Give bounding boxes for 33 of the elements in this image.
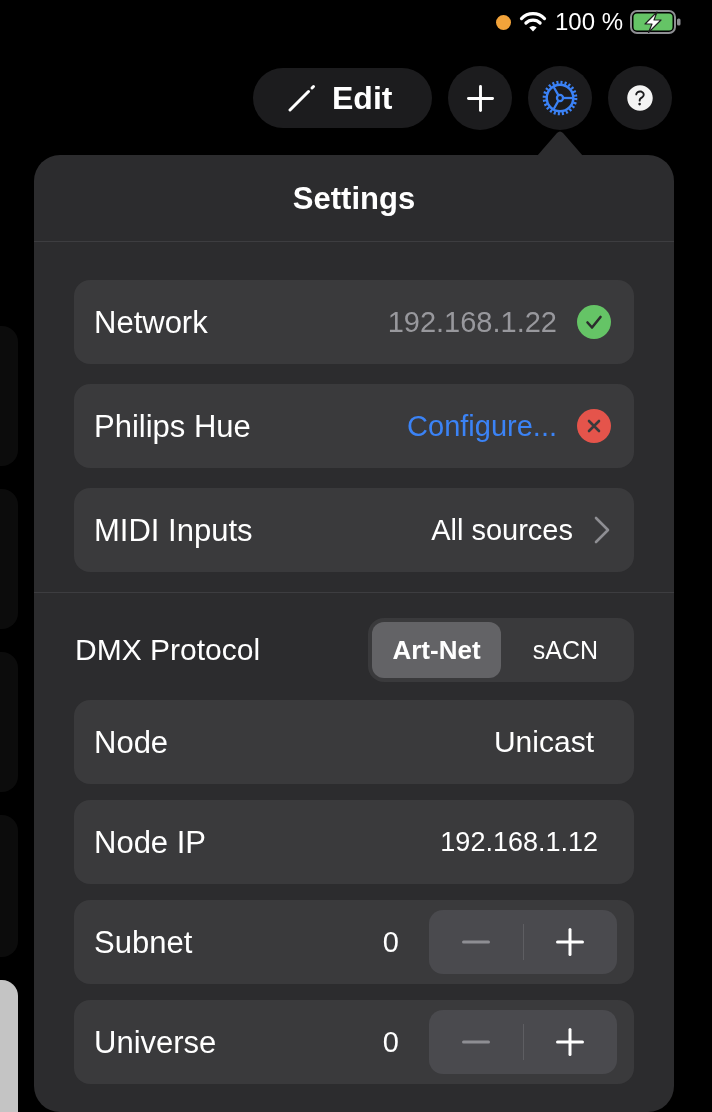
segment-tab[interactable]: Art-Net	[372, 622, 501, 678]
settings-row[interactable]: MIDI Inputs All sources	[74, 488, 634, 572]
chevron-right-icon	[594, 516, 610, 544]
battery-charging-icon	[630, 10, 682, 34]
settings-row[interactable]: Node Unicast	[74, 700, 634, 784]
row-label: Node IP	[94, 826, 206, 858]
plus-icon	[466, 84, 494, 112]
plus-icon	[556, 1028, 585, 1056]
minus-icon	[461, 1040, 490, 1044]
ip-address-field[interactable]: 192.168.1.12	[440, 828, 598, 856]
row-label: Network	[94, 306, 208, 338]
minus-icon	[461, 940, 490, 944]
row-value: All sources	[431, 515, 573, 545]
row-label: Node	[94, 726, 169, 758]
row-value: 0	[382, 927, 399, 957]
row-label: Subnet	[94, 926, 193, 958]
protocol-label: DMX Protocol	[74, 635, 261, 665]
wifi-icon	[518, 12, 547, 32]
row-label: MIDI Inputs	[94, 514, 253, 546]
row-label: Universe	[94, 1026, 217, 1058]
row-value: 0	[382, 1027, 399, 1057]
settings-icon	[541, 79, 579, 117]
row-label: Philips Hue	[94, 410, 251, 442]
row-value: Unicast	[493, 727, 594, 757]
popover-title: Settings	[292, 182, 416, 214]
segment-tab[interactable]: sACN	[501, 622, 630, 678]
stepper[interactable]	[429, 1010, 617, 1074]
edit-button[interactable]: Edit	[253, 68, 432, 128]
stepper[interactable]	[429, 910, 617, 974]
pencil-icon	[288, 84, 316, 112]
battery-percentage: 100 %	[554, 10, 623, 34]
plus-icon	[556, 928, 585, 956]
row-value: 192.168.1.22	[387, 307, 557, 337]
